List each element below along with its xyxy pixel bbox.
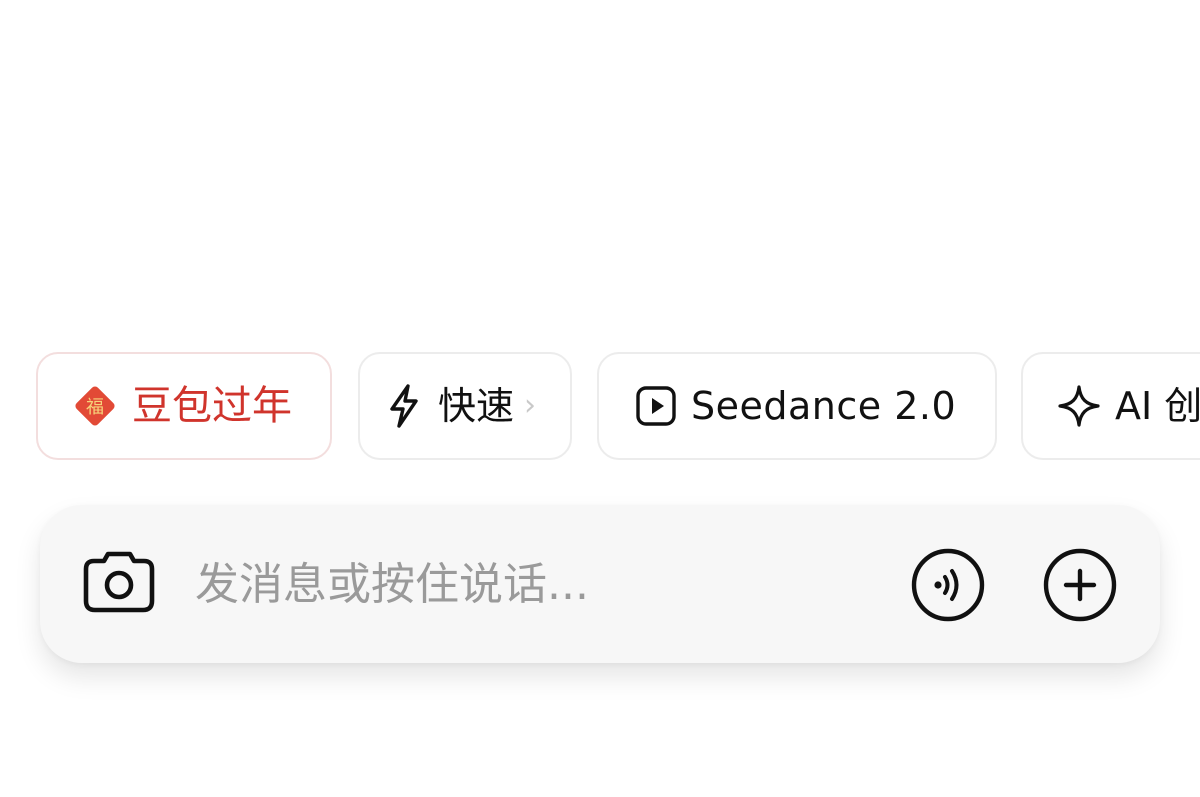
chip-label: 快速: [438, 384, 515, 428]
shortcut-chip-row: 福 豆包过年 快速 › Seedance 2.0 AI 创: [36, 352, 1200, 464]
fu-diamond-icon: 福: [72, 383, 118, 429]
chevron-right-icon: ›: [524, 388, 537, 423]
chip-seedance[interactable]: Seedance 2.0: [597, 352, 997, 460]
play-square-icon: [635, 385, 677, 427]
chip-label: Seedance 2.0: [691, 384, 957, 428]
chip-ai-create[interactable]: AI 创: [1021, 352, 1200, 460]
fu-character: 福: [86, 397, 104, 418]
sparkle-icon: [1057, 384, 1101, 428]
lightning-icon: [384, 383, 424, 429]
plus-button[interactable]: [1042, 547, 1118, 623]
plus-circle-icon: [1043, 548, 1117, 622]
chip-label: 豆包过年: [132, 383, 292, 429]
camera-icon: [83, 551, 155, 613]
chip-fast-mode[interactable]: 快速 ›: [358, 352, 572, 460]
message-composer: [40, 505, 1160, 663]
voice-wave-icon: [911, 548, 985, 622]
chip-doubao-new-year[interactable]: 福 豆包过年: [36, 352, 332, 460]
chip-label: AI 创: [1115, 384, 1200, 428]
voice-button[interactable]: [910, 547, 986, 623]
camera-button[interactable]: [82, 549, 156, 615]
message-input[interactable]: [195, 551, 835, 617]
